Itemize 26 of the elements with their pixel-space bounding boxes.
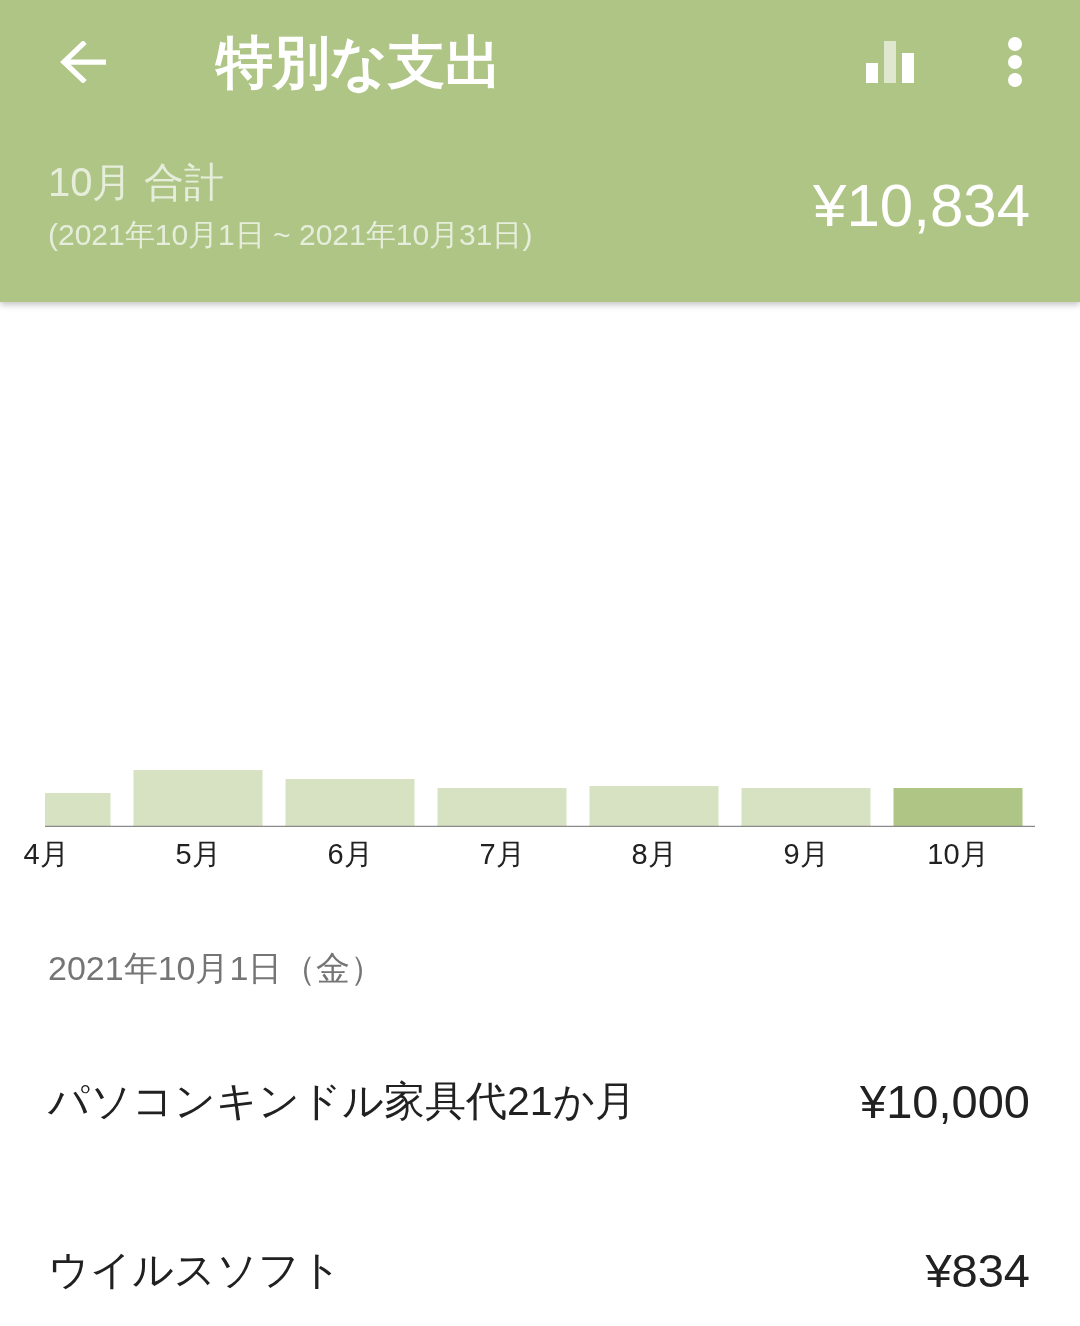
expense-amount: ¥10,000 (860, 1076, 1030, 1128)
month-label: 10月 (927, 838, 989, 870)
period-text: (2021年10月1日 ~ 2021年10月31日) (48, 217, 533, 253)
bar-chart-icon[interactable] (866, 41, 914, 83)
chart-bar[interactable] (589, 786, 719, 826)
total-amount: ¥10,834 (813, 173, 1030, 239)
chart-bar[interactable] (133, 770, 263, 826)
expense-name: ウイルスソフト (48, 1246, 342, 1296)
chart-bar[interactable] (45, 793, 111, 826)
month-label: 9月 (783, 838, 829, 870)
screen-title: 特別な支出 (216, 30, 502, 94)
month-label: 6月 (327, 838, 373, 870)
chart-bar[interactable] (285, 779, 415, 826)
chart-bar[interactable] (741, 788, 871, 826)
expense-amount: ¥834 (925, 1244, 1030, 1297)
date-heading: 2021年10月1日（金） (48, 949, 385, 988)
more-icon[interactable] (1008, 37, 1022, 87)
back-icon[interactable] (60, 41, 106, 83)
total-label: 10月 合計 (48, 159, 224, 205)
month-label: 5月 (175, 838, 221, 870)
expense-name: パソコンキンドル家具代21か月 (48, 1077, 636, 1127)
month-label: 8月 (631, 838, 677, 870)
month-label: 7月 (479, 838, 525, 870)
month-label: 4月 (23, 838, 69, 870)
chart-bar[interactable] (437, 788, 567, 826)
chart-bar[interactable] (893, 788, 1023, 826)
